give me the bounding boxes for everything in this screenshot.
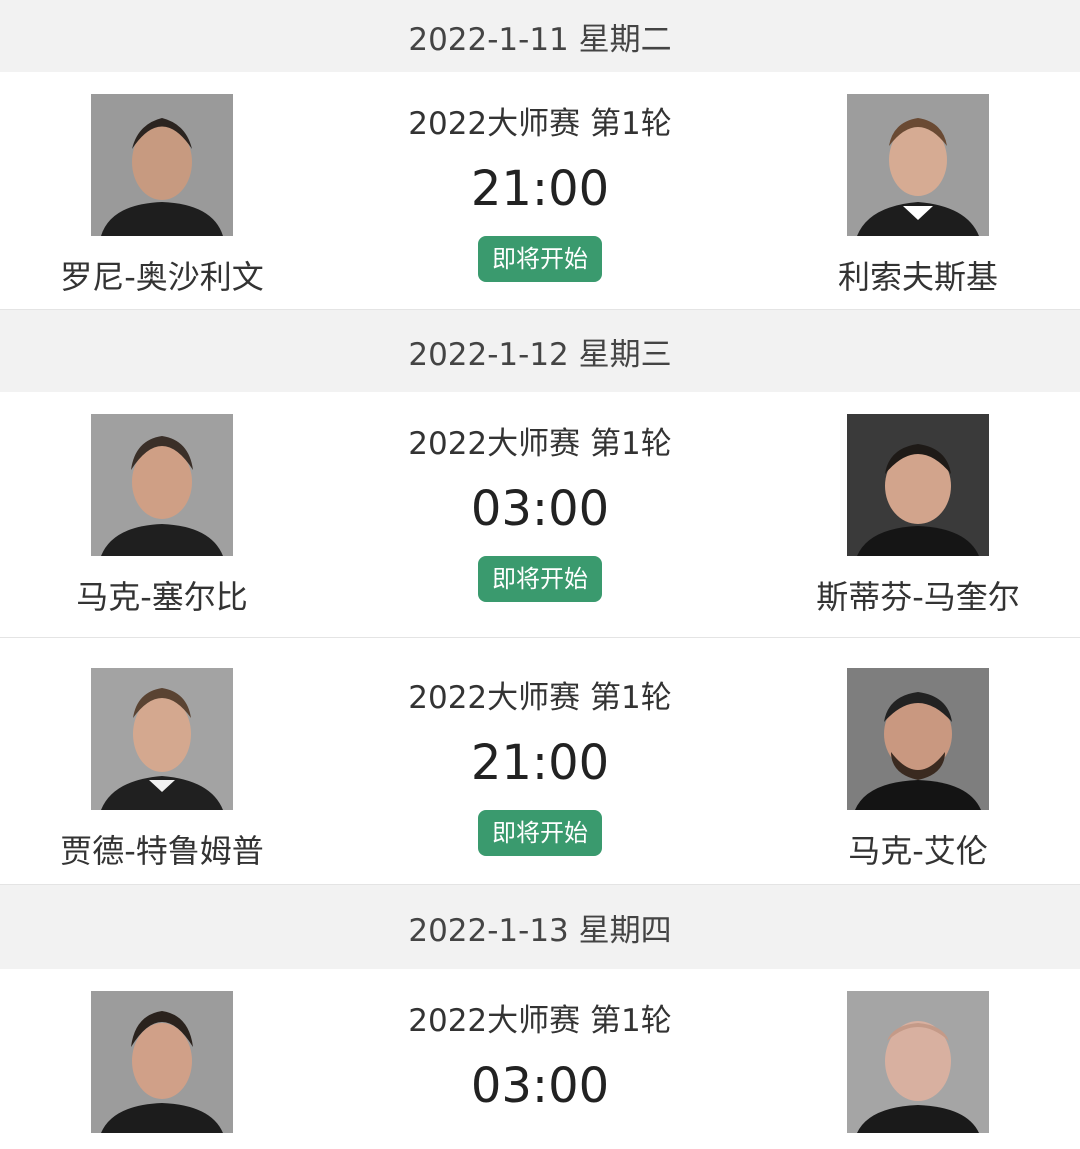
player-left[interactable] (12, 991, 312, 1149)
match-time: 03:00 (470, 481, 610, 537)
match-card[interactable]: 2022大师赛 第1轮 03:00 (0, 969, 1080, 1133)
date-label: 2022-1-12 星期三 (408, 336, 672, 373)
status-badge[interactable]: 即将开始 (478, 556, 602, 602)
match-info: 2022大师赛 第1轮 03:00 (390, 1001, 690, 1115)
player-photo (91, 668, 233, 810)
player-name: 罗尼-奥沙利文 (60, 258, 264, 296)
player-left[interactable]: 罗尼-奥沙利文 (12, 94, 312, 298)
match-card[interactable]: 贾德-特鲁姆普 2022大师赛 第1轮 21:00 即将开始 马克-艾伦 (0, 638, 1080, 885)
player-name: 马克-塞尔比 (76, 578, 248, 616)
player-right[interactable]: 马克-艾伦 (768, 668, 1068, 872)
date-label: 2022-1-11 星期二 (408, 21, 672, 58)
avatar (847, 991, 989, 1133)
player-photo (847, 414, 989, 556)
player-left[interactable]: 贾德-特鲁姆普 (12, 668, 312, 872)
player-name: 马克-艾伦 (848, 832, 988, 870)
player-photo (847, 668, 989, 810)
player-right[interactable]: 斯蒂芬-马奎尔 (768, 414, 1068, 618)
avatar (847, 668, 989, 810)
player-left[interactable]: 马克-塞尔比 (12, 414, 312, 618)
player-photo (847, 991, 989, 1133)
date-header: 2022-1-11 星期二 (0, 0, 1080, 72)
avatar (91, 414, 233, 556)
match-time: 03:00 (470, 1058, 610, 1114)
match-info: 2022大师赛 第1轮 21:00 即将开始 (390, 104, 690, 282)
avatar (847, 414, 989, 556)
event-title: 2022大师赛 第1轮 (408, 426, 672, 462)
match-time: 21:00 (470, 735, 610, 791)
player-right[interactable]: 利索夫斯基 (768, 94, 1068, 298)
match-card[interactable]: 罗尼-奥沙利文 2022大师赛 第1轮 21:00 即将开始 利索夫斯基 (0, 72, 1080, 310)
date-header: 2022-1-13 星期四 (0, 885, 1080, 969)
status-badge[interactable]: 即将开始 (478, 810, 602, 856)
avatar (91, 668, 233, 810)
player-photo (91, 414, 233, 556)
date-header: 2022-1-12 星期三 (0, 310, 1080, 392)
event-title: 2022大师赛 第1轮 (408, 680, 672, 716)
player-name: 贾德-特鲁姆普 (60, 832, 264, 870)
date-label: 2022-1-13 星期四 (408, 912, 672, 949)
player-photo (91, 991, 233, 1133)
avatar (91, 94, 233, 236)
event-title: 2022大师赛 第1轮 (408, 106, 672, 142)
match-time: 21:00 (470, 161, 610, 217)
match-card[interactable]: 马克-塞尔比 2022大师赛 第1轮 03:00 即将开始 斯蒂芬-马奎尔 (0, 392, 1080, 638)
match-info: 2022大师赛 第1轮 03:00 即将开始 (390, 424, 690, 602)
player-name: 利索夫斯基 (837, 258, 998, 296)
player-name: 斯蒂芬-马奎尔 (816, 578, 1020, 616)
event-title: 2022大师赛 第1轮 (408, 1003, 672, 1039)
player-photo (847, 94, 989, 236)
avatar (847, 94, 989, 236)
status-badge[interactable]: 即将开始 (478, 236, 602, 282)
avatar (91, 991, 233, 1133)
player-right[interactable] (768, 991, 1068, 1149)
player-photo (91, 94, 233, 236)
match-info: 2022大师赛 第1轮 21:00 即将开始 (390, 678, 690, 856)
